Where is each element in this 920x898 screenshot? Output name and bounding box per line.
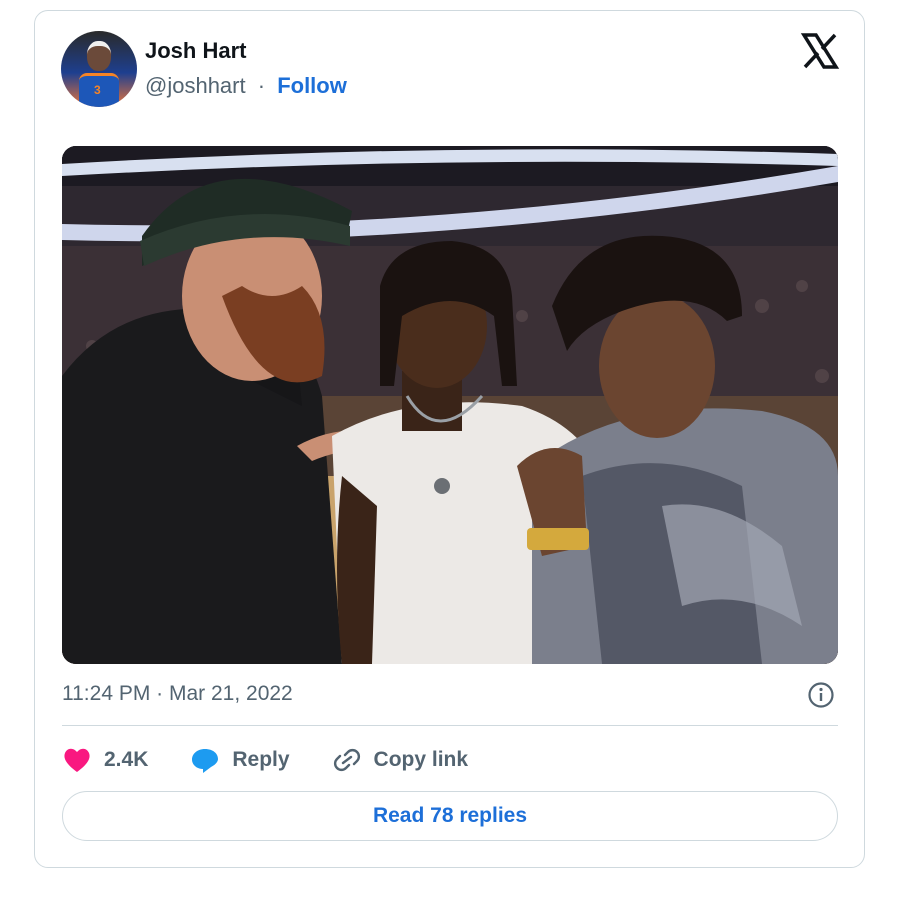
avatar[interactable]: 3 bbox=[61, 31, 137, 107]
info-icon[interactable] bbox=[807, 681, 835, 709]
copy-link-label: Copy link bbox=[373, 748, 469, 771]
reply-button[interactable]: Reply bbox=[190, 746, 290, 774]
tweet-timestamp[interactable]: 11:24 PM · Mar 21, 2022 bbox=[62, 682, 293, 706]
action-bar: 2.4K Reply Copy link bbox=[62, 743, 510, 777]
link-icon bbox=[333, 748, 360, 772]
x-logo-icon[interactable] bbox=[800, 31, 840, 71]
avatar-head bbox=[87, 41, 111, 71]
like-count: 2.4K bbox=[104, 748, 149, 771]
follow-link[interactable]: Follow bbox=[277, 73, 347, 98]
tweet-card: 3 Josh Hart @joshhart · Follow 11:24 PM … bbox=[34, 10, 865, 868]
author-handle-row: @joshhart · Follow bbox=[145, 73, 347, 99]
like-button[interactable]: 2.4K bbox=[62, 746, 148, 774]
copy-link-button[interactable]: Copy link bbox=[332, 746, 469, 774]
read-replies-button[interactable]: Read 78 replies bbox=[62, 791, 838, 841]
author-handle[interactable]: @joshhart bbox=[145, 73, 246, 98]
photo-image bbox=[62, 146, 838, 664]
divider bbox=[62, 725, 838, 726]
avatar-jersey-number: 3 bbox=[94, 83, 101, 97]
tweet-photo[interactable] bbox=[62, 146, 838, 664]
reply-label: Reply bbox=[232, 748, 290, 771]
reply-bubble-icon bbox=[192, 749, 219, 773]
author-name[interactable]: Josh Hart bbox=[145, 38, 246, 64]
heart-icon bbox=[64, 748, 90, 772]
handle-separator: · bbox=[257, 73, 266, 98]
